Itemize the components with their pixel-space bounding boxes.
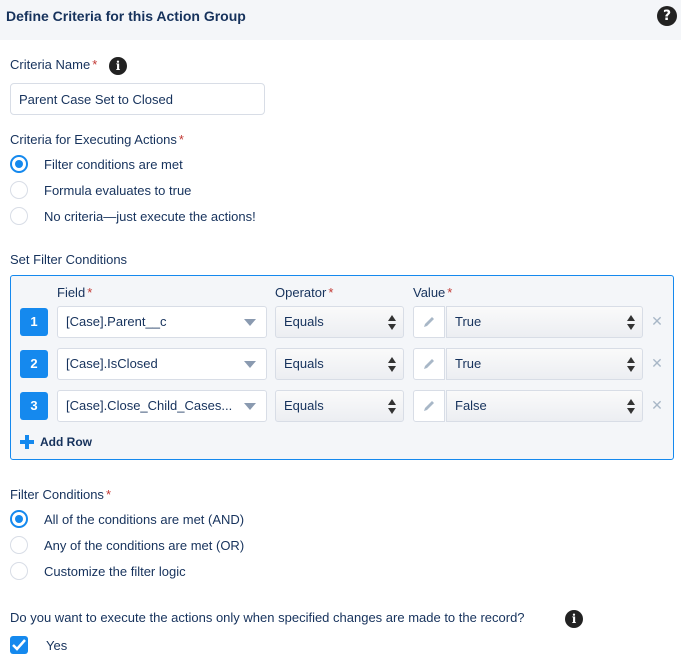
value-select[interactable]: True: [446, 306, 643, 338]
radio-any-conditions-or[interactable]: Any of the conditions are met (OR): [10, 535, 244, 555]
add-row-button[interactable]: Add Row: [20, 435, 92, 449]
up-down-arrows-icon: [626, 398, 636, 416]
executing-criteria-label: Criteria for Executing Actions *: [10, 132, 184, 147]
section-title: Define Criteria for this Action Group: [6, 8, 246, 24]
value-column-header: Value *: [413, 285, 453, 300]
yes-label: Yes: [46, 638, 68, 653]
info-icon[interactable]: i: [109, 57, 127, 75]
operator-column-header: Operator *: [275, 285, 334, 300]
close-icon[interactable]: ✕: [651, 357, 663, 371]
pencil-icon[interactable]: [413, 390, 445, 422]
field-select[interactable]: [Case].Parent__c: [57, 306, 267, 338]
chevron-down-icon: [244, 361, 256, 368]
close-icon[interactable]: ✕: [651, 399, 663, 413]
info-icon[interactable]: i: [565, 610, 583, 628]
radio-customize-logic[interactable]: Customize the filter logic: [10, 561, 186, 581]
up-down-arrows-icon: [626, 314, 636, 332]
up-down-arrows-icon: [626, 356, 636, 374]
pencil-icon[interactable]: [413, 348, 445, 380]
plus-icon: [20, 435, 34, 449]
close-icon[interactable]: ✕: [651, 315, 663, 329]
question-circle-icon[interactable]: ?: [657, 6, 677, 26]
radio-filter-conditions-met[interactable]: Filter conditions are met: [10, 154, 183, 174]
radio-button[interactable]: [10, 536, 28, 554]
radio-button-selected[interactable]: [10, 155, 28, 173]
operator-select[interactable]: Equals: [275, 306, 404, 338]
radio-button[interactable]: [10, 181, 28, 199]
set-filter-conditions-label: Set Filter Conditions: [10, 252, 128, 267]
chevron-down-icon: [244, 319, 256, 326]
pencil-icon[interactable]: [413, 306, 445, 338]
field-select[interactable]: [Case].Close_Child_Cases...: [57, 390, 267, 422]
radio-formula-evaluates[interactable]: Formula evaluates to true: [10, 180, 191, 200]
radio-no-criteria[interactable]: No criteria—just execute the actions!: [10, 206, 256, 226]
operator-select[interactable]: Equals: [275, 390, 404, 422]
radio-button-selected[interactable]: [10, 510, 28, 528]
radio-all-conditions-and[interactable]: All of the conditions are met (AND): [10, 509, 244, 529]
operator-select[interactable]: Equals: [275, 348, 404, 380]
field-column-header: Field *: [57, 285, 93, 300]
changes-question-label: Do you want to execute the actions only …: [10, 610, 525, 625]
yes-checkbox[interactable]: [10, 636, 28, 654]
filter-conditions-label: Filter Conditions *: [10, 487, 111, 502]
up-down-arrows-icon: [387, 356, 397, 374]
criteria-name-input[interactable]: [10, 83, 265, 115]
value-select[interactable]: False: [446, 390, 643, 422]
radio-button[interactable]: [10, 207, 28, 225]
row-number: 2: [20, 350, 48, 378]
radio-button[interactable]: [10, 562, 28, 580]
up-down-arrows-icon: [387, 398, 397, 416]
row-number: 3: [20, 392, 48, 420]
field-select[interactable]: [Case].IsClosed: [57, 348, 267, 380]
up-down-arrows-icon: [387, 314, 397, 332]
chevron-down-icon: [244, 403, 256, 410]
section-header: Define Criteria for this Action Group ?: [0, 0, 681, 40]
criteria-name-label: Criteria Name *: [10, 57, 98, 72]
row-number: 1: [20, 308, 48, 336]
value-select[interactable]: True: [446, 348, 643, 380]
